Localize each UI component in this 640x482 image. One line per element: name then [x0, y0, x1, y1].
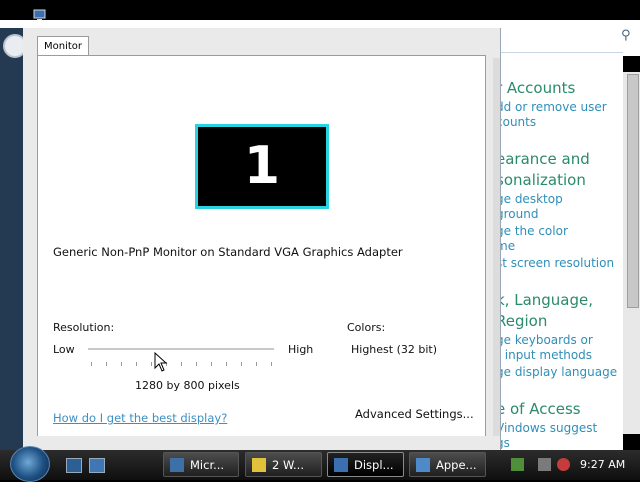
taskbar-button-display[interactable]: Displ... [327, 452, 404, 477]
tab-monitor[interactable]: Monitor [37, 36, 89, 57]
resolution-slider-ticks [91, 362, 274, 366]
resolution-label: Resolution: [53, 321, 115, 334]
window-icon [416, 458, 430, 472]
dialog-footer [23, 436, 500, 450]
resolution-high-label: High [288, 343, 314, 356]
link-accounts[interactable]: counts [496, 114, 536, 130]
window-icon [170, 458, 184, 472]
link-change-desktop[interactable]: ge desktop [496, 191, 563, 207]
link-input-methods[interactable]: r input methods [496, 347, 592, 363]
scrollbar-thumb[interactable] [627, 74, 639, 308]
colors-label: Colors: [347, 321, 386, 334]
help-link[interactable]: How do I get the best display? [53, 411, 227, 425]
taskbar-button-appearance[interactable]: Appe... [409, 452, 486, 477]
colors-select[interactable]: Highest (32 bit) [351, 343, 437, 356]
link-adjust-resolution[interactable]: st screen resolution [496, 255, 614, 271]
category-user-accounts[interactable]: r Accounts [496, 78, 575, 99]
mouse-cursor-icon [154, 352, 168, 372]
resolution-value: 1280 by 800 pixels [135, 379, 240, 392]
search-icon[interactable]: ⚲ [621, 28, 631, 43]
category-clock-language-line1[interactable]: k, Language, [496, 290, 593, 311]
control-panel-nav-bar [0, 28, 27, 450]
network-icon[interactable] [511, 458, 524, 471]
link-display-language[interactable]: ge display language [496, 364, 617, 380]
taskbar-button-microsoft[interactable]: Micr... [163, 452, 239, 477]
link-change-color[interactable]: ge the color [496, 223, 568, 239]
category-appearance-line1[interactable]: earance and [496, 149, 590, 170]
display-icon [334, 458, 348, 472]
show-desktop-icon[interactable] [66, 458, 82, 473]
taskbar-button-label: 2 W... [272, 458, 304, 472]
security-alert-icon[interactable] [538, 458, 551, 471]
resolution-low-label: Low [53, 343, 75, 356]
scroll-down-region[interactable] [623, 434, 640, 450]
link-windows-suggest[interactable]: Vindows suggest [496, 420, 597, 436]
taskbar-button-folders[interactable]: 2 W... [245, 452, 322, 477]
category-clock-language-line2[interactable]: Region [496, 311, 547, 332]
taskbar-button-label: Appe... [436, 458, 477, 472]
volume-muted-icon[interactable] [557, 458, 570, 471]
taskbar-button-label: Micr... [190, 458, 225, 472]
start-button[interactable] [10, 446, 50, 482]
header-divider [495, 52, 623, 53]
advanced-settings-button[interactable]: Advanced Settings... [352, 406, 477, 422]
link-change-keyboards[interactable]: ge keyboards or [496, 332, 593, 348]
switch-windows-icon[interactable] [89, 458, 105, 473]
monitor-preview[interactable]: 1 [195, 124, 329, 209]
dialog-edge [493, 58, 500, 450]
taskbar-clock[interactable]: 9:27 AM [580, 458, 625, 471]
folder-icon [252, 458, 266, 472]
resolution-slider[interactable] [88, 348, 274, 350]
link-add-remove-user[interactable]: dd or remove user [496, 99, 607, 115]
category-ease-of-access[interactable]: e of Access [496, 399, 581, 420]
scroll-up-region[interactable] [623, 56, 640, 72]
control-panel-scrollbar[interactable] [623, 56, 640, 450]
monitor-description: Generic Non-PnP Monitor on Standard VGA … [53, 245, 403, 259]
category-appearance-line2[interactable]: sonalization [496, 170, 586, 191]
link-background[interactable]: ground [496, 206, 538, 222]
taskbar-button-label: Displ... [354, 458, 394, 472]
